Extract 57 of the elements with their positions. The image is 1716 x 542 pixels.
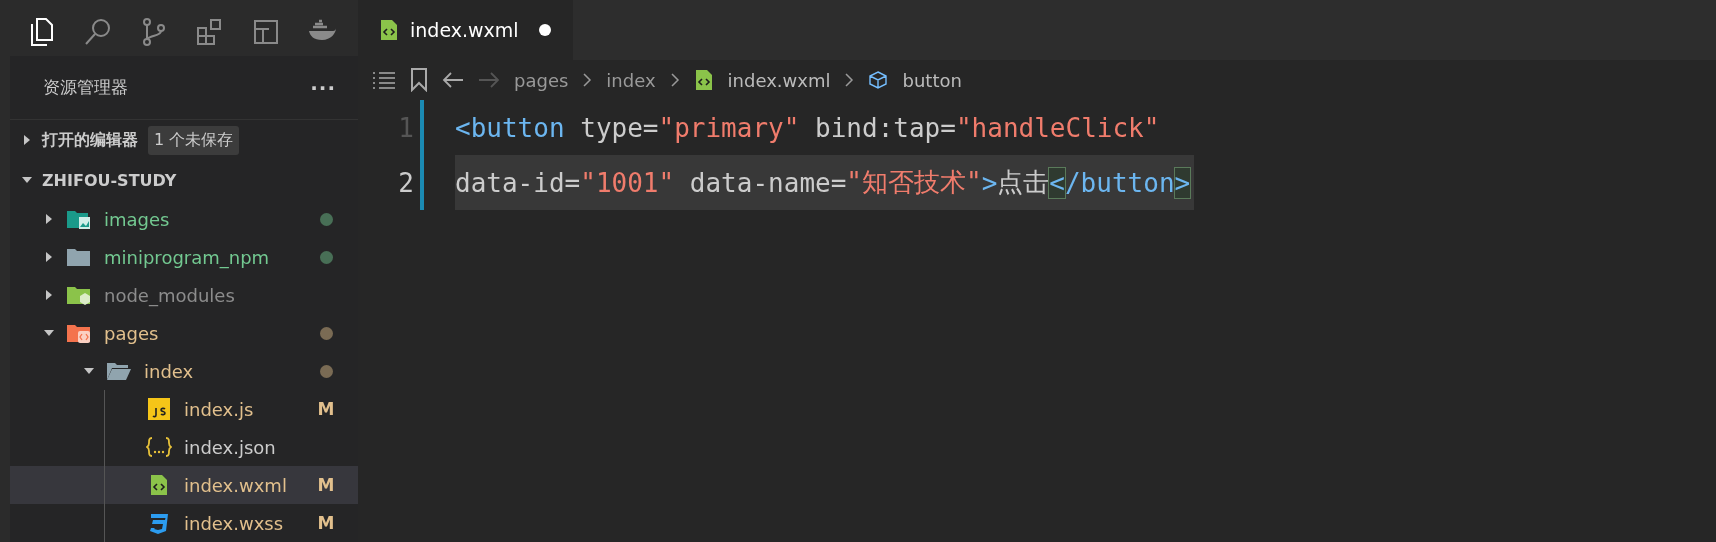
more-actions-button[interactable]: ··· [310, 75, 336, 100]
js-file-icon [148, 398, 170, 420]
breadcrumb[interactable]: index.wxml [727, 69, 831, 91]
file-name: node_modules [104, 284, 236, 306]
tree-item[interactable]: node_modules [10, 276, 358, 314]
caret-down-icon[interactable] [84, 366, 94, 376]
outline-list-icon[interactable] [372, 70, 396, 90]
open-folder-icon [106, 360, 132, 382]
code-file-icon [380, 19, 398, 41]
tree-item[interactable]: index.json [10, 428, 358, 466]
cube-icon [868, 70, 889, 90]
image-folder-icon [66, 208, 92, 230]
section-header[interactable]: 打开的编辑器 [42, 129, 138, 151]
git-status-letter: M [317, 399, 335, 419]
caret-right-icon[interactable] [44, 290, 54, 300]
braces-icon [146, 436, 172, 458]
tree-item[interactable]: index.js M [10, 390, 358, 428]
tree-item[interactable]: images [10, 200, 358, 238]
breadcrumb[interactable]: pages [514, 69, 569, 91]
folder-code-icon [66, 322, 92, 344]
unsaved-count: 1 个未保存 [148, 125, 240, 155]
file-name: index.wxml [184, 474, 288, 496]
chevron-right-icon [844, 72, 855, 88]
tree-item[interactable]: pages [10, 314, 358, 352]
css-file-icon [148, 512, 170, 534]
tree-item[interactable]: index.wxss M [10, 504, 358, 542]
git-status-letter: M [317, 513, 335, 533]
editor-tab[interactable]: index.wxml [358, 0, 573, 60]
chevron-right-icon [582, 72, 593, 88]
section-header[interactable]: ZHIFOU-STUDY [42, 170, 177, 190]
code-file-icon [694, 69, 713, 91]
file-name: index.js [184, 398, 255, 420]
breadcrumb[interactable]: button [902, 69, 962, 91]
code-file-icon [150, 474, 168, 496]
chevron-right-icon [669, 72, 680, 88]
breadcrumb[interactable]: index [606, 69, 656, 91]
folder-icon [66, 246, 92, 268]
caret-right-icon[interactable] [44, 252, 54, 262]
tree-item[interactable]: index.wxml M [10, 466, 358, 504]
bookmark-icon[interactable] [410, 68, 428, 92]
tree-item[interactable]: index [10, 352, 358, 390]
file-name: images [104, 208, 171, 230]
node-folder-icon [66, 284, 92, 306]
caret-right-icon[interactable] [44, 214, 54, 224]
git-status-letter: M [317, 475, 335, 495]
tree-item[interactable]: miniprogram_npm [10, 238, 358, 276]
file-name: pages [104, 322, 160, 344]
caret-right-icon[interactable] [22, 135, 32, 146]
code-line: <button type="primary" bind:tap="handleClick" [455, 111, 1161, 145]
line-number: 2 [397, 166, 415, 200]
file-name: index.json [184, 436, 277, 458]
caret-down-icon[interactable] [44, 328, 54, 338]
panel-title: 资源管理器 [43, 76, 128, 100]
file-name: miniprogram_npm [104, 246, 271, 268]
back-arrow-icon[interactable] [442, 71, 464, 89]
file-name: index.wxss [184, 512, 285, 534]
file-name: index [144, 360, 195, 382]
